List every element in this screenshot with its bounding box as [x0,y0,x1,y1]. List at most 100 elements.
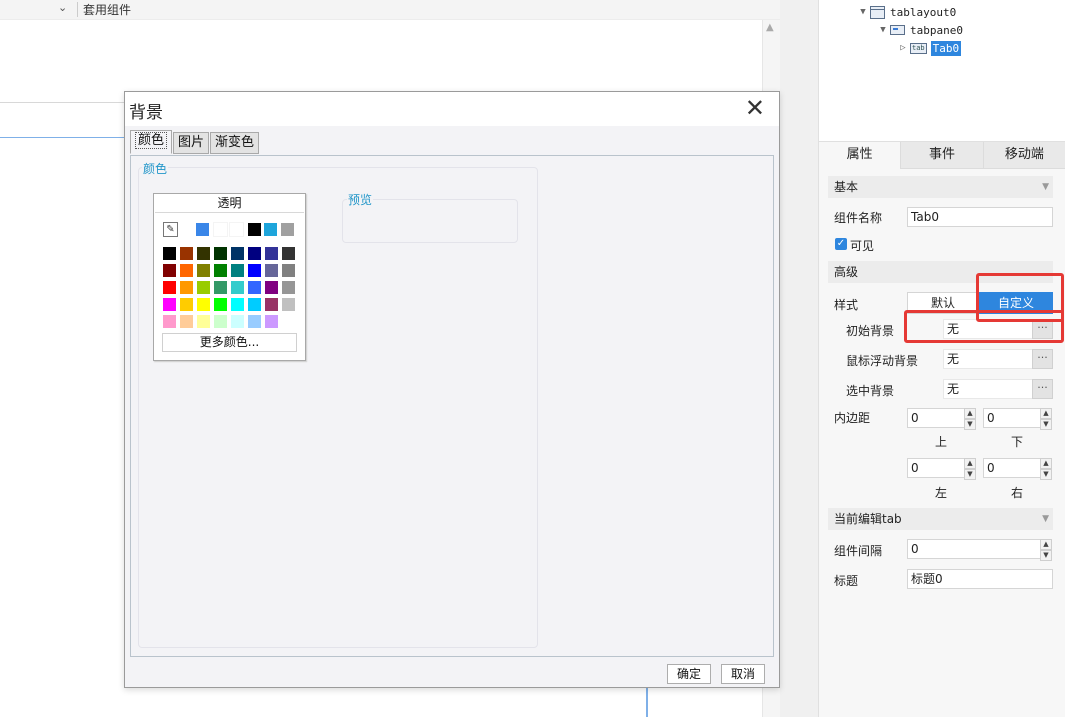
padding-bottom-spinner[interactable]: ▲ ▼ [1040,408,1052,430]
color-swatch[interactable] [162,280,177,295]
component-name-input[interactable]: Tab0 [907,207,1053,227]
close-icon[interactable]: ✕ [745,95,765,121]
expand-arrow-icon[interactable]: ▼ [856,7,870,17]
color-swatch[interactable] [247,246,262,261]
padding-bottom-input[interactable]: 0 [983,408,1041,428]
expand-arrow-icon[interactable]: ▼ [876,25,890,35]
selected-background-more-button[interactable]: ··· [1032,379,1053,399]
color-swatch[interactable] [230,297,245,312]
padding-left-spinner[interactable]: ▲ ▼ [964,458,976,480]
visible-checkbox[interactable]: ✓ [835,238,847,250]
color-swatch[interactable] [179,246,194,261]
apply-component-button[interactable]: 套用组件 [83,1,131,18]
tab-mobile[interactable]: 移动端 [983,142,1065,169]
recent-color-swatch[interactable] [213,222,228,237]
gap-input[interactable]: 0 [907,539,1041,559]
tree-item-tablayout0[interactable]: ▼ tablayout0 [856,3,956,21]
color-swatch[interactable] [230,314,245,329]
title-label: 标题 [834,574,859,588]
hover-background-field[interactable]: 无 [943,349,1033,369]
hover-background-more-button[interactable]: ··· [1032,349,1053,369]
eyedropper-icon[interactable]: ✎ [163,222,178,237]
padding-bottom-label: 下 [1011,435,1024,449]
color-swatch[interactable] [264,246,279,261]
color-swatch[interactable] [196,246,211,261]
color-swatch[interactable] [281,263,296,278]
padding-right-spinner[interactable]: ▲ ▼ [1040,458,1052,480]
chevron-down-icon[interactable]: ⌄ [58,1,67,14]
scroll-up-icon[interactable]: ▲ [766,22,774,33]
color-swatch[interactable] [196,263,211,278]
gap-label: 组件间隔 [834,544,883,558]
collapse-arrow-icon[interactable]: ▷ [896,43,910,53]
color-swatch[interactable] [179,297,194,312]
color-swatch[interactable] [196,280,211,295]
color-swatch[interactable] [281,246,296,261]
gap-spinner[interactable]: ▲ ▼ [1040,539,1052,561]
selected-background-field[interactable]: 无 [943,379,1033,399]
layout-icon [870,5,885,19]
padding-left-label: 左 [935,486,948,500]
color-swatch[interactable] [196,297,211,312]
color-swatch[interactable] [213,263,228,278]
color-swatch[interactable] [264,314,279,329]
padding-top-spinner[interactable]: ▲ ▼ [964,408,976,430]
tab-label: 颜色 [135,132,168,149]
tree-item-tabpane0[interactable]: ▼ tabpane0 [876,21,963,39]
color-swatch[interactable] [281,314,296,329]
color-swatch[interactable] [230,280,245,295]
recent-color-swatch[interactable] [247,222,262,237]
color-swatch[interactable] [281,280,296,295]
more-colors-button[interactable]: 更多颜色... [162,333,297,352]
color-swatch[interactable] [281,297,296,312]
dialog-titlebar[interactable]: 背景 ✕ [125,92,779,126]
padding-right-input[interactable]: 0 [983,458,1041,478]
padding-top-input[interactable]: 0 [907,408,965,428]
cancel-button[interactable]: 取消 [721,664,765,684]
recent-color-swatch[interactable] [280,222,295,237]
color-swatch[interactable] [179,314,194,329]
color-swatch[interactable] [213,297,228,312]
color-swatch[interactable] [264,280,279,295]
tab-properties[interactable]: 属性 [819,142,902,169]
tree-item-tab0[interactable]: ▷ tab Tab0 [896,39,962,57]
color-swatch[interactable] [247,314,262,329]
color-swatch[interactable] [162,263,177,278]
tree-item-label: tablayout0 [890,5,957,19]
color-swatch[interactable] [264,297,279,312]
color-swatch[interactable] [213,314,228,329]
highlight-box [904,310,1064,343]
color-swatch[interactable] [230,263,245,278]
color-swatch[interactable] [230,246,245,261]
color-swatch[interactable] [213,280,228,295]
section-current-tab[interactable]: 当前编辑tab ▼ [828,508,1053,530]
section-basic[interactable]: 基本 ▼ [828,176,1053,198]
color-swatch[interactable] [196,314,211,329]
color-swatch[interactable] [264,263,279,278]
padding-right-label: 右 [1011,486,1024,500]
color-swatch[interactable] [247,297,262,312]
color-swatch[interactable] [247,263,262,278]
transparent-button[interactable]: 透明 [155,195,304,213]
style-label: 样式 [834,298,859,312]
color-swatch[interactable] [162,297,177,312]
tab-image[interactable]: 图片 [173,132,210,154]
tree-item-label: tabpane0 [910,23,963,37]
top-toolbar: ⌄ 套用组件 [0,0,780,20]
color-swatch[interactable] [162,314,177,329]
padding-left-input[interactable]: 0 [907,458,965,478]
tab-gradient[interactable]: 渐变色 [210,132,260,154]
tab-color[interactable]: 颜色 [130,130,173,154]
ok-button[interactable]: 确定 [667,664,711,684]
recent-color-swatch[interactable] [195,222,210,237]
color-swatch[interactable] [213,246,228,261]
tab-events[interactable]: 事件 [901,142,984,169]
recent-color-swatch[interactable] [263,222,278,237]
title-input[interactable]: 标题0 [907,569,1053,589]
color-swatch[interactable] [179,280,194,295]
background-dialog: 背景 ✕ 颜色 图片 渐变色 颜色 透明 ✎ 更多颜色... 预览 确定 取消 [124,91,780,688]
color-swatch[interactable] [247,280,262,295]
recent-color-swatch[interactable] [229,222,244,237]
color-swatch[interactable] [179,263,194,278]
color-swatch[interactable] [162,246,177,261]
